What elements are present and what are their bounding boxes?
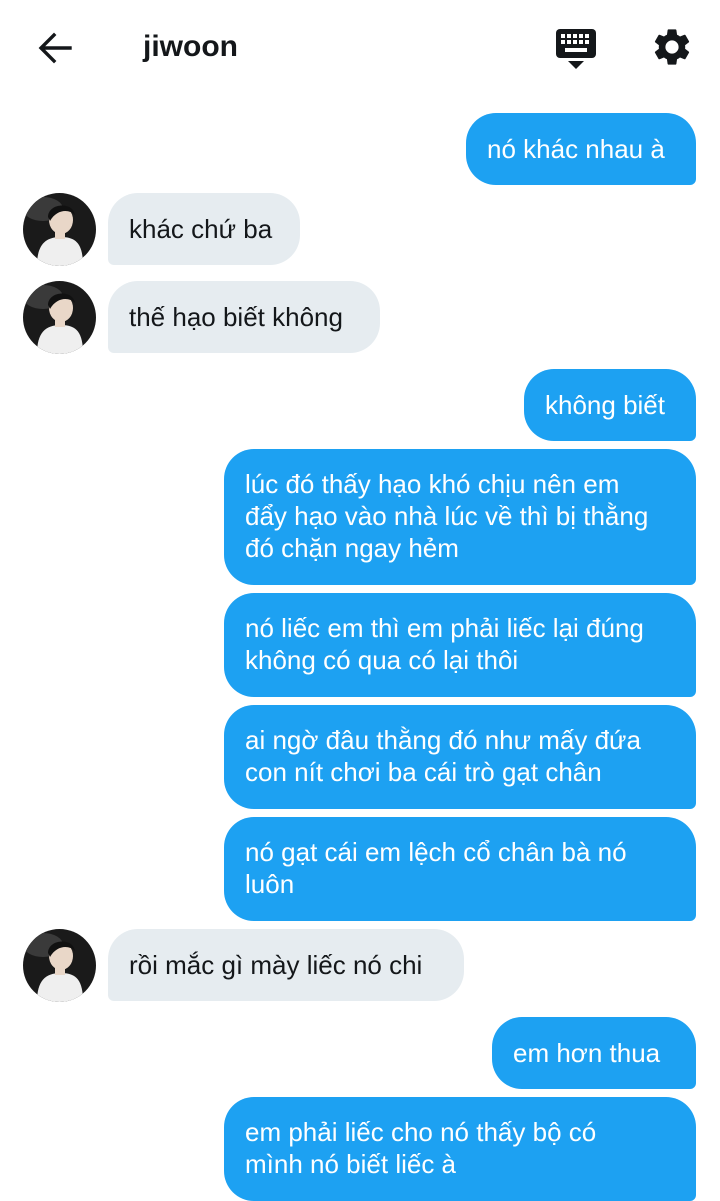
- conversation-title: jiwoon: [143, 30, 238, 63]
- incoming-message[interactable]: khác chứ ba: [108, 193, 300, 265]
- message-text: nó khác nhau à: [487, 134, 665, 164]
- incoming-message[interactable]: rồi mắc gì mày liếc nó chi: [108, 929, 464, 1001]
- keyboard-icon: [556, 29, 596, 69]
- avatar[interactable]: [23, 193, 96, 266]
- message-line: đó chặn ngay hẻm: [245, 533, 459, 563]
- message-text: khác chứ ba: [129, 214, 273, 244]
- arrow-left-icon: [38, 32, 72, 64]
- gear-icon: [654, 29, 690, 65]
- message-text: không biết: [545, 390, 665, 420]
- incoming-message[interactable]: thế hạo biết không: [108, 281, 380, 353]
- outgoing-message[interactable]: không biết: [524, 369, 696, 441]
- message-line: không có qua có lại thôi: [245, 645, 519, 675]
- message-line: ai ngờ đâu thằng đó như mấy đứa: [245, 725, 641, 755]
- avatar-image: [23, 193, 96, 266]
- avatar[interactable]: [23, 281, 96, 354]
- outgoing-message[interactable]: nó liếc em thì em phải liếc lại đúng khô…: [224, 593, 696, 697]
- message-line: nó liếc em thì em phải liếc lại đúng: [245, 613, 644, 643]
- message-line: nó gạt cái em lệch cổ chân bà nó: [245, 837, 627, 867]
- avatar[interactable]: [23, 929, 96, 1002]
- message-line: mình nó biết liếc à: [245, 1149, 457, 1179]
- message-text: em hơn thua: [513, 1038, 661, 1068]
- message-line: em phải liếc cho nó thấy bộ có: [245, 1117, 597, 1147]
- message-text: rồi mắc gì mày liếc nó chi: [129, 950, 423, 980]
- message-line: luôn: [245, 869, 295, 899]
- message-line: con nít chơi ba cái trò gạt chân: [245, 757, 602, 787]
- outgoing-message[interactable]: ai ngờ đâu thằng đó như mấy đứa con nít …: [224, 705, 696, 809]
- message-line: lúc đó thấy hạo khó chịu nên em: [245, 469, 620, 499]
- message-line: đẩy hạo vào nhà lúc về thì bị thằng: [245, 501, 649, 531]
- outgoing-message[interactable]: nó gạt cái em lệch cổ chân bà nó luôn: [224, 817, 696, 921]
- outgoing-message[interactable]: em hơn thua: [492, 1017, 696, 1089]
- avatar-image: [23, 281, 96, 354]
- message-text: thế hạo biết không: [129, 302, 343, 332]
- outgoing-message[interactable]: em phải liếc cho nó thấy bộ có mình nó b…: [224, 1097, 696, 1201]
- avatar-image: [23, 929, 96, 1002]
- outgoing-message[interactable]: lúc đó thấy hạo khó chịu nên em đẩy hạo …: [224, 449, 696, 585]
- keyboard-button[interactable]: [553, 26, 599, 72]
- outgoing-message[interactable]: nó khác nhau à: [466, 113, 696, 185]
- settings-button[interactable]: [650, 25, 694, 69]
- back-button[interactable]: [34, 28, 74, 68]
- chat-header: jiwoon: [0, 0, 720, 95]
